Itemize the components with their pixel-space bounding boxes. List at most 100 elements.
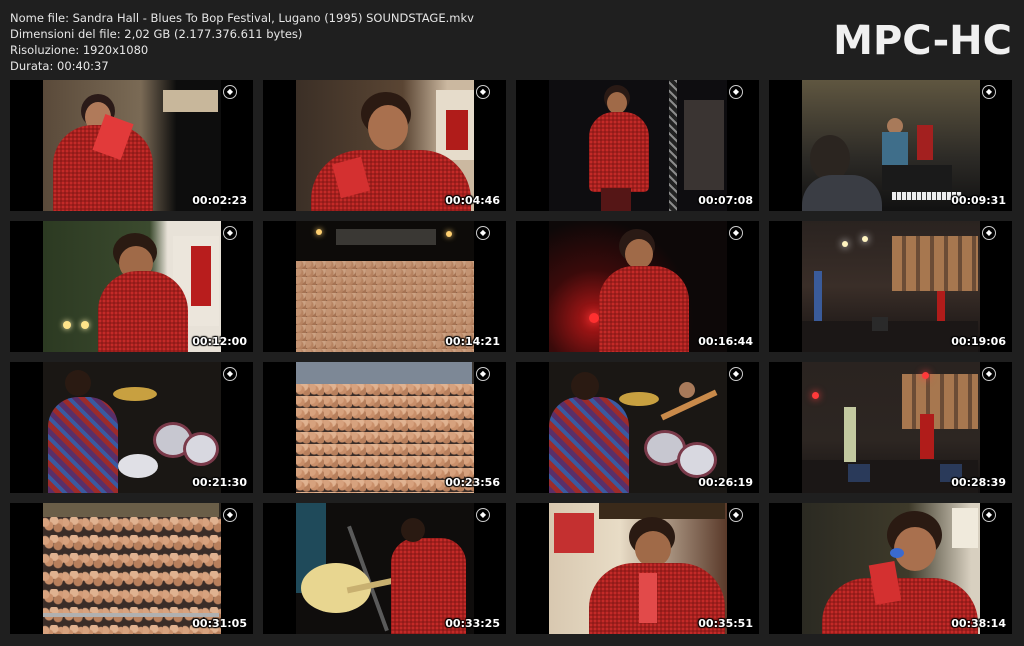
scene-shape (844, 407, 856, 462)
thumbnail-frame-singer-red-light (549, 221, 727, 352)
thumbnail-frame-stage-wide-red (802, 362, 980, 493)
scene-shape (917, 125, 933, 160)
mpc-hc-logo: MPC-HC (833, 18, 1012, 64)
thumbnail-frame-singer-red-scarf (43, 80, 221, 211)
scene-shape (625, 239, 653, 269)
thumbnail-13[interactable]: ◆ 00:31:05 (10, 503, 253, 634)
scene-shape (872, 317, 888, 331)
thumbnail-6[interactable]: ◆ 00:14:21 (263, 221, 506, 352)
thumbnail-frame-singer-banner (43, 221, 221, 352)
scene-shape (316, 229, 322, 235)
thumbnail-timestamp: 00:19:06 (951, 335, 1006, 348)
thumbnail-5[interactable]: ◆ 00:12:00 (10, 221, 253, 352)
thumbnail-11[interactable]: ◆ 00:26:19 (516, 362, 759, 493)
scene-shape (336, 229, 436, 245)
scene-shape (43, 503, 221, 634)
scene-shape (920, 414, 934, 459)
thumbnail-2[interactable]: ◆ 00:04:46 (263, 80, 506, 211)
scene-shape (802, 80, 980, 211)
thumbnail-9[interactable]: ◆ 00:21:30 (10, 362, 253, 493)
thumbnail-timestamp: 00:12:00 (192, 335, 247, 348)
channel-logo-icon: ◆ (223, 85, 237, 99)
scene-shape (98, 271, 188, 352)
thumbnail-timestamp: 00:04:46 (445, 194, 500, 207)
scene-shape (549, 503, 727, 634)
thumbnail-timestamp: 00:21:30 (192, 476, 247, 489)
scene-shape (296, 503, 474, 634)
file-name-text: Nome file: Sandra Hall - Blues To Bop Fe… (10, 11, 474, 25)
scene-shape (862, 236, 868, 242)
thumbnail-timestamp: 00:07:08 (698, 194, 753, 207)
scene-shape (848, 464, 870, 482)
scene-shape (952, 508, 978, 548)
scene-shape (48, 397, 118, 493)
channel-logo-icon: ◆ (223, 226, 237, 240)
thumbnail-frame-crowd-day (296, 362, 474, 493)
thumbnail-15[interactable]: ◆ 00:35:51 (516, 503, 759, 634)
scene-shape (677, 442, 717, 478)
scene-shape (549, 362, 727, 493)
scene-shape (607, 92, 627, 114)
channel-logo-icon: ◆ (729, 226, 743, 240)
thumbnail-frame-crowd-night (296, 221, 474, 352)
thumbnail-14[interactable]: ◆ 00:33:25 (263, 503, 506, 634)
channel-logo-icon: ◆ (982, 226, 996, 240)
scene-shape (635, 531, 671, 567)
thumbnail-frame-guitarist (296, 503, 474, 634)
thumbnail-16[interactable]: ◆ 00:38:14 (769, 503, 1012, 634)
thumbnail-1[interactable]: ◆ 00:02:23 (10, 80, 253, 211)
scene-shape (296, 80, 474, 211)
channel-logo-icon: ◆ (729, 508, 743, 522)
thumbnail-7[interactable]: ◆ 00:16:44 (516, 221, 759, 352)
thumbnail-frame-crowd-front (43, 503, 221, 634)
thumbnail-frame-drummer-guitar (549, 362, 727, 493)
scene-shape (802, 362, 980, 493)
thumbnail-12[interactable]: ◆ 00:28:39 (769, 362, 1012, 493)
scene-shape (183, 432, 219, 466)
thumbnail-timestamp: 00:14:21 (445, 335, 500, 348)
scene-shape (842, 241, 848, 247)
scene-shape (43, 221, 221, 352)
scene-shape (191, 246, 211, 306)
thumbnail-frame-stage-wide (802, 221, 980, 352)
scene-shape (81, 321, 89, 329)
thumbnail-timestamp: 00:16:44 (698, 335, 753, 348)
channel-logo-icon: ◆ (982, 508, 996, 522)
scene-shape (549, 221, 727, 352)
scene-shape (296, 362, 474, 493)
thumbnail-timestamp: 00:26:19 (698, 476, 753, 489)
scene-shape (63, 321, 71, 329)
scene-shape (589, 112, 649, 192)
channel-logo-icon: ◆ (476, 226, 490, 240)
scene-shape (937, 291, 945, 321)
channel-logo-icon: ◆ (729, 367, 743, 381)
scene-shape (446, 231, 452, 237)
channel-logo-icon: ◆ (476, 367, 490, 381)
scene-shape (401, 518, 425, 542)
thumbnail-timestamp: 00:38:14 (951, 617, 1006, 630)
thumbnail-8[interactable]: ◆ 00:19:06 (769, 221, 1012, 352)
thumbnail-timestamp: 00:31:05 (192, 617, 247, 630)
scene-shape (571, 372, 599, 400)
thumbnail-4[interactable]: ◆ 00:09:31 (769, 80, 1012, 211)
scene-shape (296, 221, 474, 352)
thumbnail-grid: ◆ 00:02:23 ◆ 00:04:46 ◆ 00:07:08 ◆ 00:09:31 … (10, 80, 1014, 634)
channel-logo-icon: ◆ (476, 508, 490, 522)
scene-shape (113, 387, 157, 401)
scene-shape (812, 392, 819, 399)
duration-text: Durata: 00:40:37 (10, 59, 109, 73)
channel-logo-icon: ◆ (223, 367, 237, 381)
scene-shape (890, 548, 904, 558)
scene-shape (802, 503, 980, 634)
thumbnail-frame-singer-stage-dark (549, 80, 727, 211)
scene-shape (65, 370, 91, 396)
channel-logo-icon: ◆ (476, 85, 490, 99)
thumbnail-3[interactable]: ◆ 00:07:08 (516, 80, 759, 211)
thumbnail-timestamp: 00:09:31 (951, 194, 1006, 207)
scene-shape (882, 165, 952, 190)
thumbnail-10[interactable]: ◆ 00:23:56 (263, 362, 506, 493)
resolution-text: Risoluzione: 1920x1080 (10, 43, 149, 57)
thumbnail-timestamp: 00:35:51 (698, 617, 753, 630)
thumbnail-frame-band-keyboard (802, 80, 980, 211)
scene-shape (922, 372, 929, 379)
